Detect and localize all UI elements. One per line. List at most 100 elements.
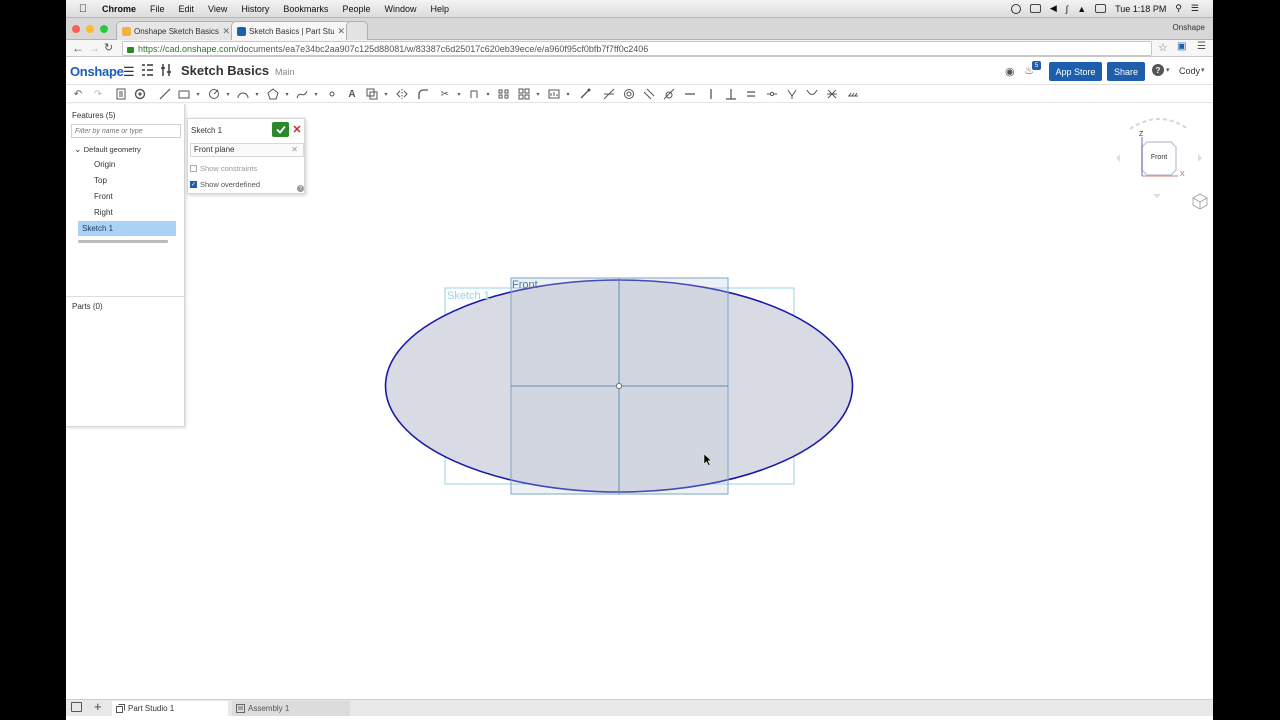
browser-tab-onshape[interactable]: Sketch Basics | Part Studio ✕ [231, 21, 351, 41]
rectangle-icon[interactable] [177, 88, 191, 100]
profile-name[interactable]: Onshape [1173, 23, 1205, 32]
menu-window[interactable]: Window [384, 4, 416, 14]
menu-bookmarks[interactable]: Bookmarks [283, 4, 328, 14]
bluetooth-icon[interactable]: ∫ [1066, 4, 1068, 14]
creative-cloud-icon[interactable] [1010, 3, 1021, 14]
symmetric-icon[interactable] [825, 88, 839, 100]
apple-icon[interactable]:  [76, 3, 90, 15]
close-tab-icon[interactable]: ✕ [222, 26, 230, 37]
default-geometry-group[interactable]: ⌄ Default geometry [74, 144, 141, 155]
arc-chevron-down-icon[interactable]: ▾ [250, 88, 264, 100]
dialog-help-icon[interactable]: ? [297, 185, 304, 192]
spline-icon[interactable] [295, 88, 309, 100]
circular-pattern-icon[interactable] [517, 88, 531, 100]
coincident-icon[interactable] [602, 88, 616, 100]
normal-icon[interactable] [785, 88, 799, 100]
feature-list-icon[interactable] [141, 63, 154, 80]
spline-chevron-down-icon[interactable]: ▾ [309, 88, 323, 100]
arc-icon[interactable] [236, 88, 250, 100]
back-arrow-icon[interactable]: ← [72, 41, 84, 55]
show-constraints-row[interactable]: Show constraints [190, 164, 257, 173]
fix-icon[interactable] [846, 88, 860, 100]
sketch-dialog-title[interactable]: Sketch 1 [191, 126, 222, 135]
linear-pattern-icon[interactable] [497, 88, 511, 100]
new-tab-button[interactable] [346, 21, 368, 40]
menu-people[interactable]: People [342, 4, 370, 14]
menu-help[interactable]: Help [430, 4, 449, 14]
url-input[interactable]: https://cad.onshape.com /documents/ea7e3… [122, 41, 1152, 56]
menu-edit[interactable]: Edit [179, 4, 195, 14]
user-chevron-down-icon[interactable]: ▾ [1201, 66, 1205, 74]
panel-divider[interactable] [66, 296, 185, 297]
browser-tab-docs[interactable]: Onshape Sketch Basics - G ✕ [116, 21, 236, 40]
battery-icon[interactable] [1095, 4, 1107, 13]
chrome-menu-icon[interactable]: ☰ [1197, 41, 1206, 52]
close-window-icon[interactable] [72, 25, 80, 33]
hamburger-menu-icon[interactable]: ☰ [123, 64, 135, 80]
workspace-name[interactable]: Main [275, 67, 295, 77]
offset-chevron-down-icon[interactable]: ▾ [379, 88, 393, 100]
add-tab-icon[interactable]: + [94, 699, 102, 714]
horizontal-icon[interactable] [683, 88, 697, 100]
minimize-window-icon[interactable] [86, 25, 94, 33]
variables-icon[interactable] [160, 63, 173, 80]
app-store-button[interactable]: App Store [1049, 62, 1102, 81]
tab-part-studio-1[interactable]: Part Studio 1 [112, 701, 228, 716]
line-icon[interactable] [158, 88, 172, 100]
offset-icon[interactable] [365, 88, 379, 100]
comments-icon[interactable]: ◉ [1005, 65, 1015, 78]
undo-icon[interactable]: ↶ [71, 88, 85, 100]
notification-center-icon[interactable]: ☰ [1191, 3, 1199, 14]
bookmark-star-icon[interactable]: ☆ [1158, 41, 1168, 54]
circle-icon[interactable] [207, 88, 221, 100]
reload-icon[interactable]: ↻ [104, 41, 113, 54]
menu-app-name[interactable]: Chrome [102, 4, 136, 14]
front-plane-label[interactable]: Front [512, 279, 538, 291]
rectangle-chevron-down-icon[interactable]: ▾ [191, 88, 205, 100]
pierce-icon[interactable] [805, 88, 819, 100]
concentric-icon[interactable] [622, 88, 636, 100]
fillet-icon[interactable] [416, 88, 430, 100]
show-overdefined-row[interactable]: ✓ Show overdefined [190, 180, 260, 189]
transform-chevron-down-icon[interactable]: ▾ [481, 88, 495, 100]
menu-history[interactable]: History [241, 4, 269, 14]
spotlight-icon[interactable]: ⚲ [1175, 3, 1182, 14]
chevron-down-icon[interactable]: ⌄ [74, 144, 82, 154]
sketch-plane-field[interactable]: Front plane ✕ [190, 143, 304, 157]
dimension-chevron-down-icon[interactable]: ▾ [561, 88, 575, 100]
vertical-icon[interactable] [704, 88, 718, 100]
volume-icon[interactable]: ◀ [1050, 3, 1057, 14]
horizontal-scrollbar[interactable] [78, 240, 168, 243]
clipboard-icon[interactable] [114, 88, 128, 100]
menu-clock[interactable]: Tue 1:18 PM [1115, 4, 1166, 14]
feature-filter-input[interactable] [71, 124, 181, 138]
dimension-icon[interactable] [547, 88, 561, 100]
circle-chevron-down-icon[interactable]: ▾ [221, 88, 235, 100]
close-tab-icon[interactable]: ✕ [337, 26, 345, 37]
trim-chevron-down-icon[interactable]: ▾ [452, 88, 466, 100]
clear-selection-icon[interactable]: ✕ [291, 144, 298, 156]
cancel-button[interactable]: ✕ [291, 123, 303, 136]
show-overdefined-checkbox[interactable]: ✓ [190, 181, 197, 188]
tab-manager-icon[interactable] [71, 702, 82, 712]
airplay-icon[interactable] [1029, 4, 1041, 13]
extension-icon[interactable]: ▣ [1177, 41, 1186, 52]
help-chevron-down-icon[interactable]: ▾ [1166, 66, 1170, 74]
parallel-icon[interactable] [642, 88, 656, 100]
show-constraints-checkbox[interactable] [190, 165, 197, 172]
equal-icon[interactable] [744, 88, 758, 100]
midpoint-icon[interactable] [765, 88, 779, 100]
transform-icon[interactable] [467, 88, 481, 100]
help-icon[interactable]: ? [1152, 64, 1164, 76]
redo-icon[interactable]: ↷ [91, 88, 105, 100]
menu-file[interactable]: File [150, 4, 165, 14]
share-button[interactable]: Share [1107, 62, 1145, 81]
construction-icon[interactable] [578, 88, 592, 100]
feature-sketch-1[interactable]: Sketch 1 [78, 221, 176, 236]
user-menu[interactable]: Cody [1179, 66, 1200, 76]
mirror-icon[interactable] [395, 88, 409, 100]
feature-top-plane[interactable]: Top [94, 176, 107, 185]
pattern-chevron-down-icon[interactable]: ▾ [531, 88, 545, 100]
feature-origin[interactable]: Origin [94, 160, 115, 169]
wifi-icon[interactable]: ▲ [1077, 4, 1086, 14]
